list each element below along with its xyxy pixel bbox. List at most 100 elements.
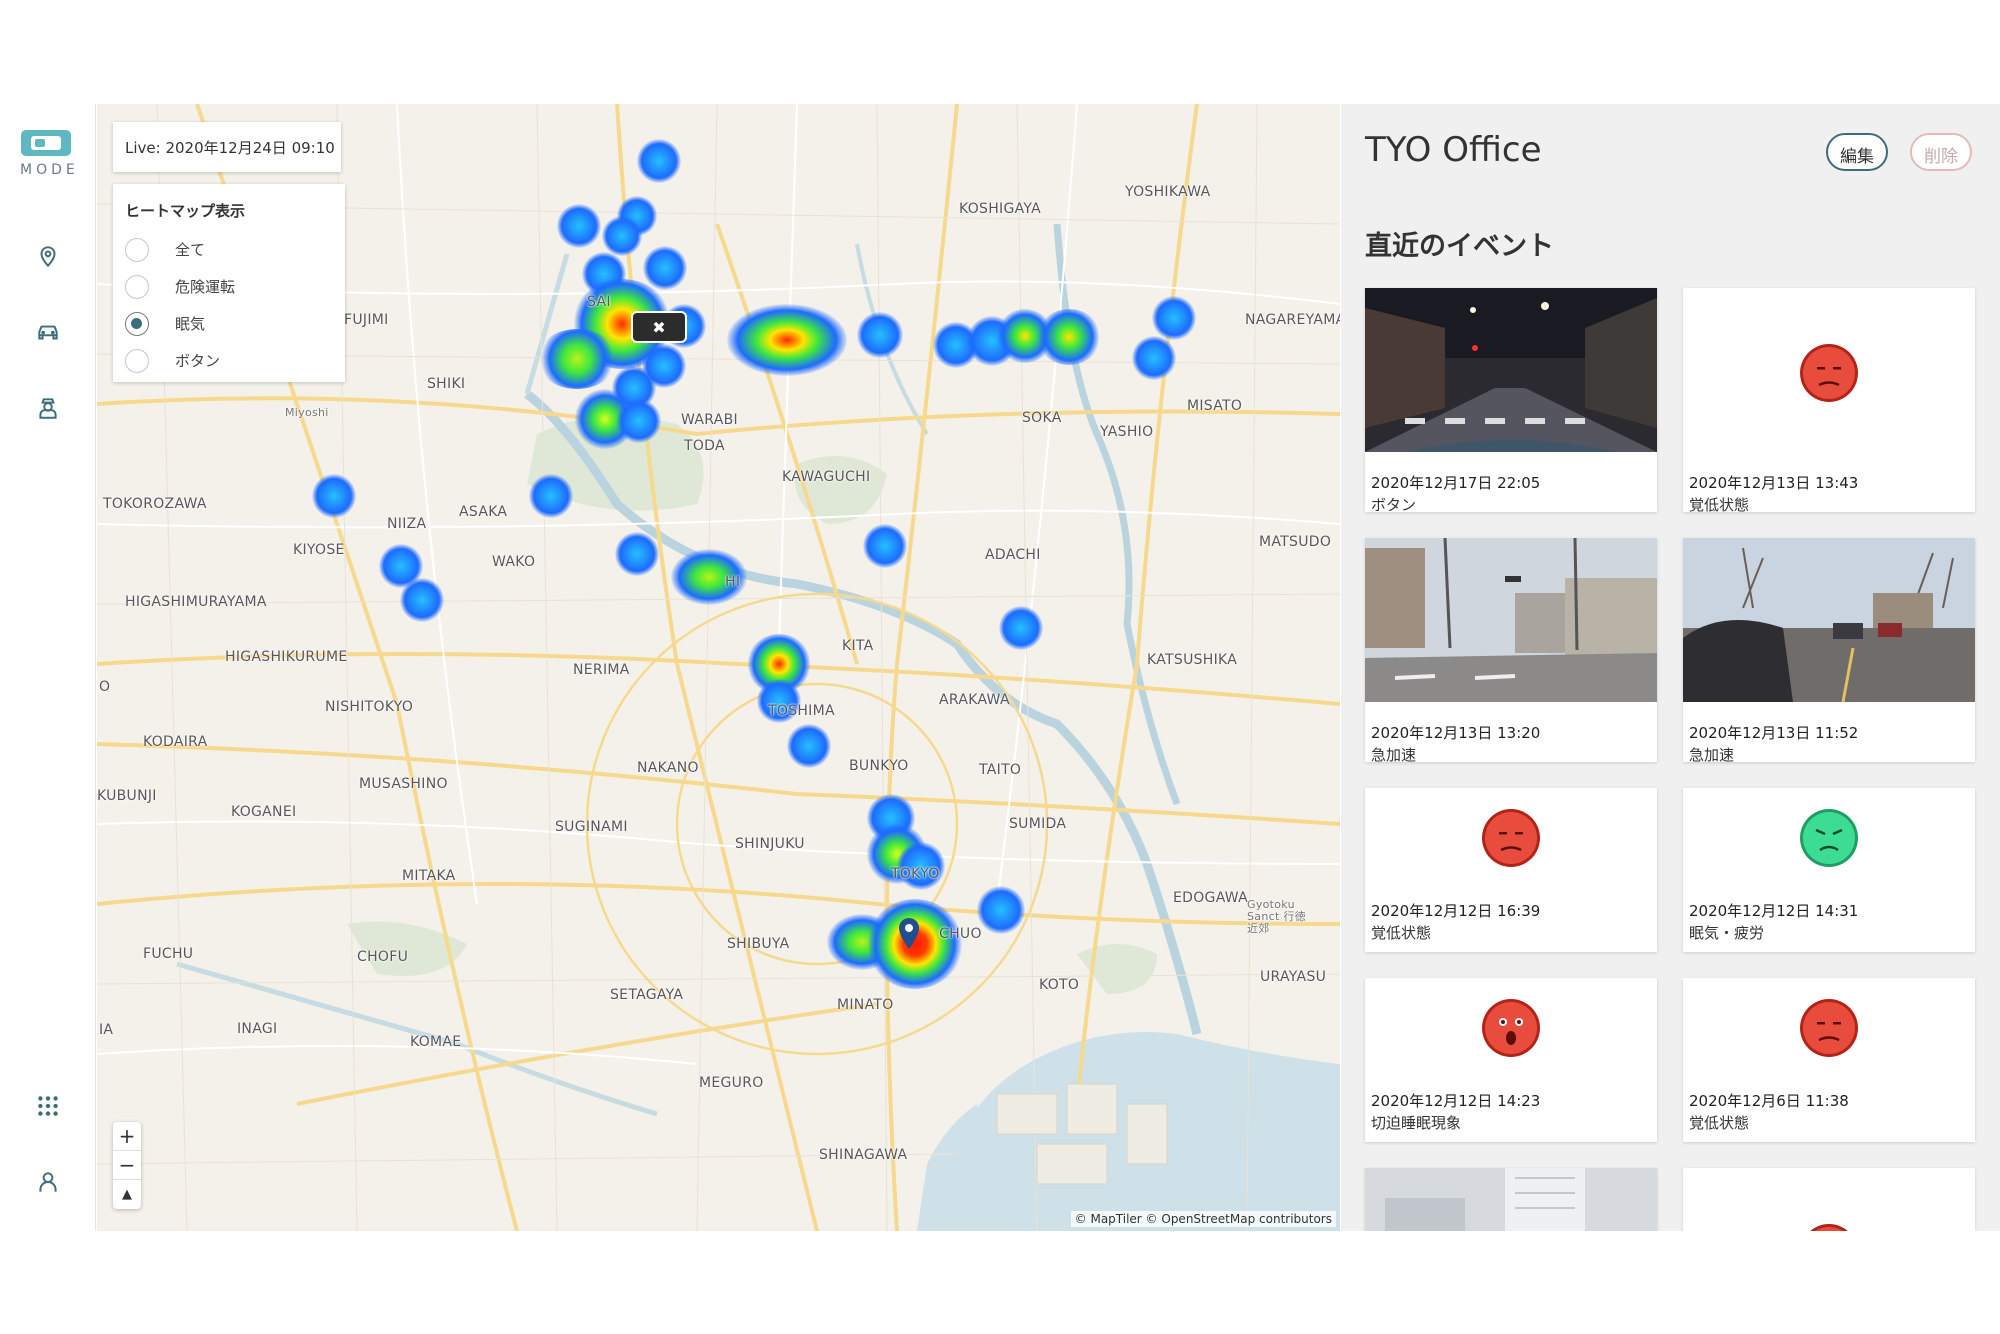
place-label: EDOGAWA xyxy=(1173,890,1249,906)
event-card[interactable]: 2020年12月12日 14:23 切迫睡眠現象 xyxy=(1365,978,1657,1142)
place-label: ASAKA xyxy=(459,504,508,520)
place-label: KOTO xyxy=(1039,977,1080,993)
place-label: FUCHU xyxy=(143,946,194,962)
edit-button[interactable]: 編集 xyxy=(1826,133,1888,171)
event-card[interactable] xyxy=(1365,1168,1657,1231)
place-label: O xyxy=(99,679,111,695)
user-icon[interactable] xyxy=(30,1164,66,1200)
place-label: Miyoshi xyxy=(285,406,329,419)
event-type: 急加速 xyxy=(1371,746,1417,764)
live-timestamp: Live: 2020年12月24日 09:10 xyxy=(113,122,341,172)
radio-button[interactable] xyxy=(125,237,149,262)
place-label: KITA xyxy=(842,638,874,654)
place-label: KOSHIGAYA xyxy=(959,201,1042,217)
event-card[interactable]: 2020年12月17日 22:05 ボタン xyxy=(1365,288,1657,514)
place-label: KUBUNJI xyxy=(97,788,157,804)
place-label: HIGASHIMURAYAMA xyxy=(125,594,267,610)
map-attribution[interactable]: © MapTiler © OpenStreetMap contributors xyxy=(1070,1211,1336,1227)
mode-logo[interactable]: MODE xyxy=(20,130,75,184)
place-label: SAI xyxy=(587,294,611,310)
event-card[interactable]: 2020年12月12日 14:31 眠気・疲労 xyxy=(1683,788,1975,952)
event-card[interactable]: 2020年12月12日 16:39 覚低状態 xyxy=(1365,788,1657,952)
place-label: KODAIRA xyxy=(143,734,208,750)
zoom-in-button[interactable]: + xyxy=(113,1122,141,1151)
heatmap-blob xyxy=(643,246,687,290)
event-card[interactable]: 2020年12月6日 11:38 覚低状態 xyxy=(1683,978,1975,1142)
heatmap-option-drowsiness[interactable]: 眠気 xyxy=(125,305,333,342)
day-road-cars-photo xyxy=(1683,538,1975,702)
heatmap-blob xyxy=(787,724,831,768)
place-label: TOSHIMA xyxy=(768,703,835,719)
place-label: ARAKAWA xyxy=(939,692,1010,708)
option-label: 全て xyxy=(175,241,206,259)
event-type: 覚低状態 xyxy=(1371,924,1432,942)
place-label: KOMAE xyxy=(410,1034,462,1050)
green-tired-face-icon xyxy=(1800,809,1858,867)
recent-events-heading: 直近のイベント xyxy=(1365,231,1554,262)
heatmap-legend: ヒートマップ表示 全て 危険運転 眠気 ボタン xyxy=(113,184,345,382)
heatmap-blob xyxy=(999,606,1043,650)
location-marker-icon[interactable] xyxy=(897,916,921,950)
place-label: SETAGAYA xyxy=(610,987,684,1003)
place-label: NAKANO xyxy=(637,760,699,776)
place-label: INAGI xyxy=(237,1021,278,1037)
heatmap-blob xyxy=(857,312,903,358)
radio-button[interactable] xyxy=(125,274,149,299)
event-date: 2020年12月12日 14:31 xyxy=(1689,902,1859,920)
app-window: MODE ✖ KOSHIGAYA YOSHIKAWA NAGAREYAMA FU… xyxy=(0,104,2000,1231)
radio-button[interactable] xyxy=(125,348,149,373)
heatmap-blob xyxy=(537,329,617,389)
place-label: NAGAREYAMA xyxy=(1245,312,1340,328)
heatmap-map[interactable]: ✖ KOSHIGAYA YOSHIKAWA NAGAREYAMA FUJIMI … xyxy=(97,104,1340,1231)
event-date: 2020年12月6日 11:38 xyxy=(1689,1092,1849,1110)
heatmap-blob xyxy=(529,474,573,518)
place-label: Gyotoku Sanct 行徳近郊 xyxy=(1247,898,1306,935)
place-label: SUGINAMI xyxy=(555,819,628,835)
heatmap-option-button[interactable]: ボタン xyxy=(125,342,333,379)
event-type: 覚低状態 xyxy=(1689,1114,1750,1132)
compass-button[interactable]: ▲ xyxy=(113,1180,141,1209)
vehicle-marker-icon[interactable]: ✖ xyxy=(631,311,687,343)
car-icon[interactable] xyxy=(30,314,66,350)
place-label: TAITO xyxy=(979,762,1022,778)
delete-button[interactable]: 削除 xyxy=(1910,133,1972,171)
heatmap-blob xyxy=(727,304,847,376)
grid-icon[interactable] xyxy=(30,1088,66,1124)
heatmap-blob xyxy=(557,204,601,248)
event-card[interactable] xyxy=(1683,1168,1975,1231)
event-date: 2020年12月12日 14:23 xyxy=(1371,1092,1541,1110)
heatmap-blob xyxy=(615,532,659,576)
place-label: SHINAGAWA xyxy=(819,1147,908,1163)
place-label: YASHIO xyxy=(1100,424,1154,440)
place-label: KIYOSE xyxy=(293,542,345,558)
option-label: 眠気 xyxy=(175,315,206,333)
event-card[interactable]: 2020年12月13日 13:20 急加速 xyxy=(1365,538,1657,764)
place-label: TOKYO xyxy=(891,866,940,882)
event-date: 2020年12月12日 16:39 xyxy=(1371,902,1541,920)
place-label: MUSASHINO xyxy=(359,776,448,792)
place-label: CHUO xyxy=(939,926,982,942)
event-card[interactable]: 2020年12月13日 11:52 急加速 xyxy=(1683,538,1975,764)
heatmap-option-dangerous-driving[interactable]: 危険運転 xyxy=(125,268,333,305)
heatmap-blob xyxy=(602,216,642,256)
zoom-out-button[interactable]: − xyxy=(113,1151,141,1180)
heatmap-blob xyxy=(977,886,1025,934)
location-pin-icon[interactable] xyxy=(30,238,66,274)
heatmap-option-all[interactable]: 全て xyxy=(125,231,333,268)
event-type: 急加速 xyxy=(1689,746,1735,764)
heatmap-blob xyxy=(312,474,356,518)
place-label: ADACHI xyxy=(985,547,1041,563)
place-label: MEGURO xyxy=(699,1075,764,1091)
heatmap-blob xyxy=(1037,309,1101,365)
legend-title: ヒートマップ表示 xyxy=(125,202,246,220)
place-label: SOKA xyxy=(1022,410,1062,426)
driver-icon[interactable] xyxy=(30,390,66,426)
zoom-controls: + − ▲ xyxy=(113,1122,141,1209)
event-type: ボタン xyxy=(1371,496,1417,514)
option-label: 危険運転 xyxy=(175,278,236,296)
heatmap-blob xyxy=(1152,296,1196,340)
event-card[interactable]: 2020年12月13日 13:43 覚低状態 xyxy=(1683,288,1975,514)
radio-button-checked[interactable] xyxy=(125,311,149,336)
red-sad-face-icon xyxy=(1810,1224,1848,1231)
place-label: NIIZA xyxy=(387,516,427,532)
